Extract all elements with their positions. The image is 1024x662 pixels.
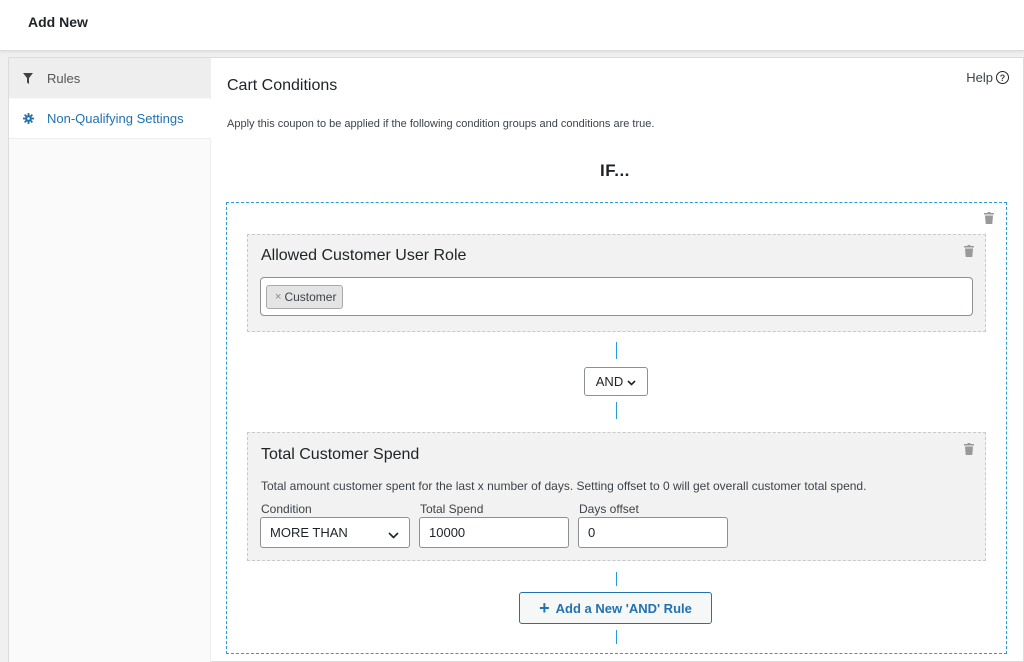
delete-condition-trash-icon[interactable] <box>964 443 974 455</box>
condition-select[interactable]: MORE THAN <box>260 517 410 548</box>
condition-title: Total Customer Spend <box>261 446 420 463</box>
top-bar: Add New <box>0 0 1024 51</box>
total-spend-value: 10000 <box>429 525 466 540</box>
connector-line <box>616 572 617 586</box>
connector-line <box>616 342 617 359</box>
tab-rules[interactable]: Rules <box>9 58 211 98</box>
total-spend-label: Total Spend <box>420 502 484 516</box>
condition-label: Condition <box>261 502 312 516</box>
tag-label: Customer <box>284 290 337 304</box>
plus-icon: + <box>539 598 550 618</box>
condition-user-role: Allowed Customer User Role × Customer <box>247 234 986 332</box>
section-title: Cart Conditions <box>227 77 338 94</box>
rules-content: Cart Conditions Help ? Apply this coupon… <box>212 58 1023 662</box>
user-role-select[interactable]: × Customer <box>260 277 973 316</box>
delete-condition-trash-icon[interactable] <box>964 245 974 257</box>
days-offset-label: Days offset <box>579 502 639 516</box>
days-offset-input[interactable]: 0 <box>578 517 728 548</box>
remove-tag-button[interactable]: × <box>275 291 281 303</box>
page-title: Add New <box>28 14 88 30</box>
selected-role-tag: × Customer <box>266 285 344 309</box>
add-rule-label: Add a New 'AND' Rule <box>555 600 692 616</box>
tab-rules-label: Rules <box>47 70 81 86</box>
connector-line <box>616 402 617 419</box>
condition-title: Allowed Customer User Role <box>261 247 467 264</box>
condition-select-value: MORE THAN <box>270 525 348 540</box>
section-description: Apply this coupon to be applied if the f… <box>227 118 655 130</box>
tab-non-qualifying-settings[interactable]: Non-Qualifying Settings <box>9 99 211 139</box>
gear-icon <box>21 112 35 126</box>
logic-operator-select[interactable]: AND <box>584 367 648 396</box>
condition-description: Total amount customer spent for the last… <box>261 479 867 493</box>
chevron-down-icon <box>627 374 636 389</box>
settings-tabs: Rules Non-Qualifying Settings <box>9 58 211 662</box>
days-offset-value: 0 <box>588 525 596 540</box>
coupon-rules-panel: Rules Non-Qualifying Settings Cart Condi <box>8 57 1024 662</box>
condition-group: Allowed Customer User Role × Customer AN… <box>226 202 1007 654</box>
if-label: IF... <box>600 161 630 180</box>
condition-total-spend: Total Customer Spend Total amount custom… <box>247 432 986 561</box>
total-spend-input[interactable]: 10000 <box>419 517 569 548</box>
tab-non-qualifying-label: Non-Qualifying Settings <box>47 111 184 126</box>
help-link[interactable]: Help ? <box>966 70 1009 85</box>
logic-operator-value: AND <box>595 374 624 389</box>
question-icon: ? <box>996 71 1009 84</box>
help-label: Help <box>966 70 993 85</box>
delete-group-trash-icon[interactable] <box>984 212 994 224</box>
chevron-down-icon <box>388 527 399 542</box>
connector-line <box>616 630 617 644</box>
filter-icon <box>21 71 35 85</box>
add-and-rule-button[interactable]: + Add a New 'AND' Rule <box>519 592 712 624</box>
